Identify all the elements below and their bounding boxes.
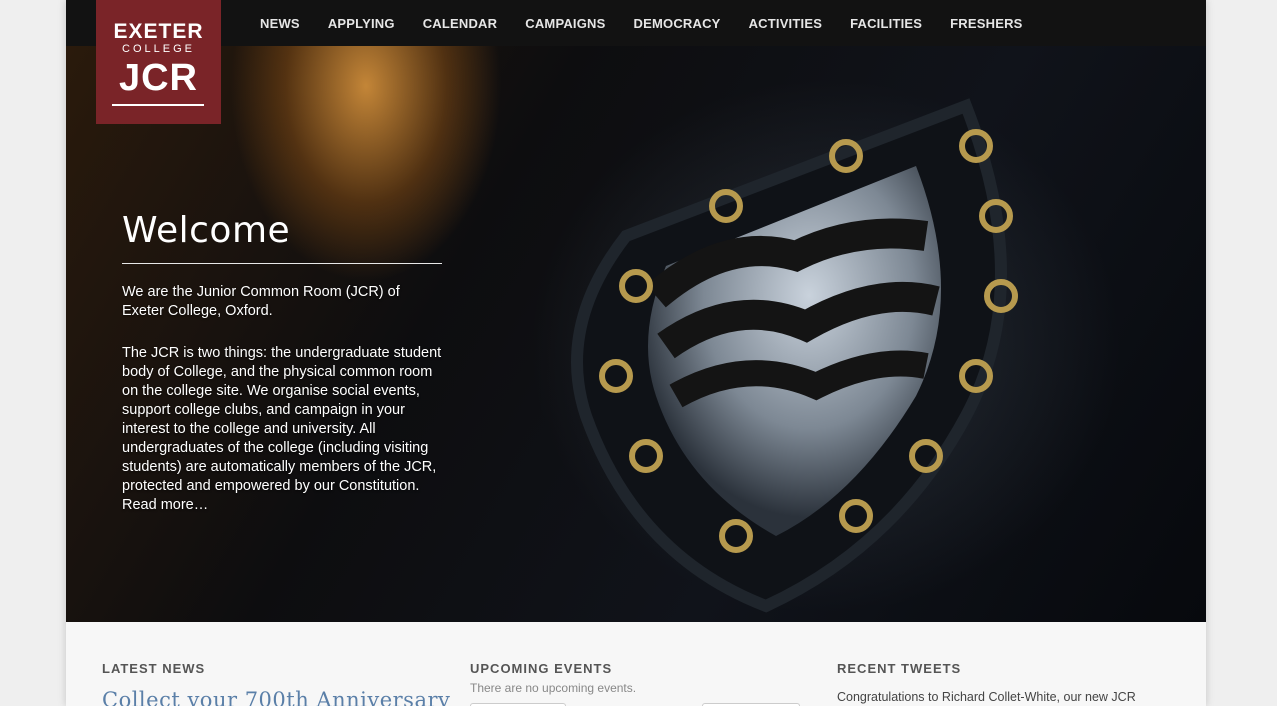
welcome-intro: We are the Junior Common Room (JCR) of E… [122,284,400,319]
hero-banner: Welcome We are the Junior Common Room (J… [66,46,1206,622]
no-events-message: There are no upcoming events. [470,681,637,695]
welcome-description: The JCR is two things: the undergraduate… [122,344,442,515]
nav-item-facilities[interactable]: FACILITIES [850,16,922,31]
page-container: NEWS APPLYING CALENDAR CAMPAIGNS DEMOCRA… [66,0,1206,706]
nav-item-news[interactable]: NEWS [260,16,300,31]
upcoming-events-heading: UPCOMING EVENTS [470,661,613,676]
news-article-link[interactable]: Collect your 700th Anniversary [102,688,450,706]
read-more-link[interactable]: Read more… [122,497,208,513]
upcoming-events-column: UPCOMING EVENTS There are no upcoming ev… [470,661,800,695]
nav-item-democracy[interactable]: DEMOCRACY [634,16,721,31]
college-crest-image [571,98,1018,613]
recent-tweets-heading: RECENT TWEETS [837,661,962,676]
top-navigation-bar: NEWS APPLYING CALENDAR CAMPAIGNS DEMOCRA… [66,0,1206,46]
logo-line-jcr: JCR [118,57,199,99]
nav-item-applying[interactable]: APPLYING [328,16,395,31]
latest-news-column: LATEST NEWS Collect your 700th Anniversa… [102,661,450,706]
latest-news-heading: LATEST NEWS [102,661,206,676]
nav-item-campaigns[interactable]: CAMPAIGNS [525,16,605,31]
tweet-item[interactable]: Congratulations to Richard Collet-White,… [837,690,1167,704]
logo-underline [112,104,204,106]
nav-item-calendar[interactable]: CALENDAR [423,16,498,31]
welcome-heading: Welcome [122,210,291,251]
logo-line-college: COLLEGE [122,43,195,55]
welcome-divider [122,263,442,264]
nav-item-activities[interactable]: ACTIVITIES [749,16,823,31]
site-logo[interactable]: EXETER COLLEGE JCR [96,0,221,124]
logo-line-exeter: EXETER [113,20,204,43]
recent-tweets-column: RECENT TWEETS Congratulations to Richard… [837,661,1167,704]
welcome-description-text: The JCR is two things: the undergraduate… [122,345,442,494]
nav-item-freshers[interactable]: FRESHERS [950,16,1022,31]
main-nav: NEWS APPLYING CALENDAR CAMPAIGNS DEMOCRA… [260,0,1051,46]
